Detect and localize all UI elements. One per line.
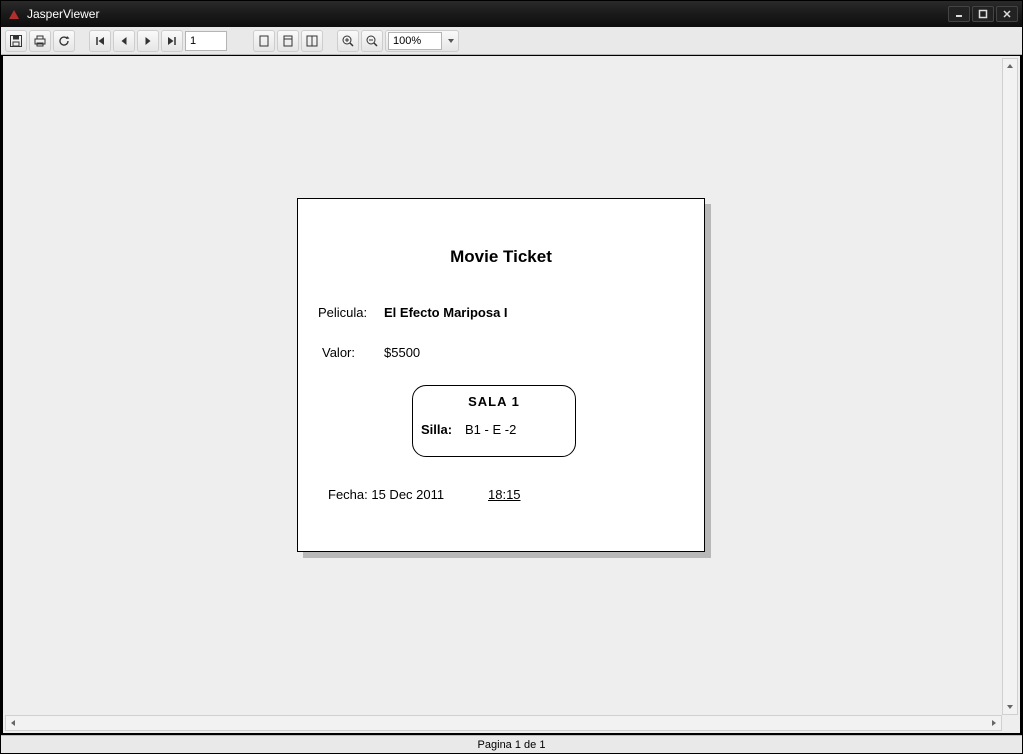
fit-page-button[interactable]: [277, 30, 299, 52]
date-value: Fecha: 15 Dec 2011: [328, 487, 444, 502]
horizontal-scrollbar[interactable]: [5, 715, 1002, 731]
movie-label: Pelicula:: [318, 305, 367, 320]
time-value: 18:15: [488, 487, 521, 502]
scroll-up-icon[interactable]: [1003, 59, 1017, 73]
seat-label: Silla:: [421, 422, 452, 437]
zoom-input[interactable]: [388, 32, 442, 50]
price-value: $5500: [384, 345, 420, 360]
fit-width-button[interactable]: [301, 30, 323, 52]
zoom-in-button[interactable]: [337, 30, 359, 52]
actual-size-button[interactable]: [253, 30, 275, 52]
price-label: Valor:: [322, 345, 355, 360]
prev-page-button[interactable]: [113, 30, 135, 52]
vertical-scrollbar[interactable]: [1002, 58, 1018, 715]
ticket-title: Movie Ticket: [298, 247, 704, 267]
save-button[interactable]: [5, 30, 27, 52]
window-controls: [948, 6, 1018, 22]
next-page-button[interactable]: [137, 30, 159, 52]
app-window: JasperViewer: [0, 0, 1023, 754]
seat-value: B1 - E -2: [465, 422, 516, 437]
status-bar: Pagina 1 de 1: [1, 735, 1022, 753]
window-title: JasperViewer: [27, 7, 948, 21]
scroll-left-icon[interactable]: [6, 716, 20, 730]
close-button[interactable]: [996, 6, 1018, 22]
first-page-button[interactable]: [89, 30, 111, 52]
sala-label: SALA 1: [413, 394, 575, 409]
toolbar: [1, 27, 1022, 55]
scroll-down-icon[interactable]: [1003, 700, 1017, 714]
reload-button[interactable]: [53, 30, 75, 52]
page-number-input[interactable]: [185, 31, 227, 51]
print-button[interactable]: [29, 30, 51, 52]
status-text: Pagina 1 de 1: [478, 739, 546, 751]
canvas: Movie Ticket Pelicula: El Efecto Maripos…: [5, 58, 1002, 715]
app-icon: [7, 7, 21, 21]
titlebar: JasperViewer: [1, 1, 1022, 27]
maximize-button[interactable]: [972, 6, 994, 22]
zoom-dropdown-button[interactable]: [444, 32, 458, 50]
report-page: Movie Ticket Pelicula: El Efecto Maripos…: [297, 198, 705, 552]
scroll-right-icon[interactable]: [987, 716, 1001, 730]
movie-value: El Efecto Mariposa I: [384, 305, 508, 320]
minimize-button[interactable]: [948, 6, 970, 22]
seat-box: SALA 1 Silla: B1 - E -2: [412, 385, 576, 457]
zoom-combo: [385, 30, 459, 52]
last-page-button[interactable]: [161, 30, 183, 52]
document-viewport: Movie Ticket Pelicula: El Efecto Maripos…: [1, 55, 1022, 735]
zoom-out-button[interactable]: [361, 30, 383, 52]
